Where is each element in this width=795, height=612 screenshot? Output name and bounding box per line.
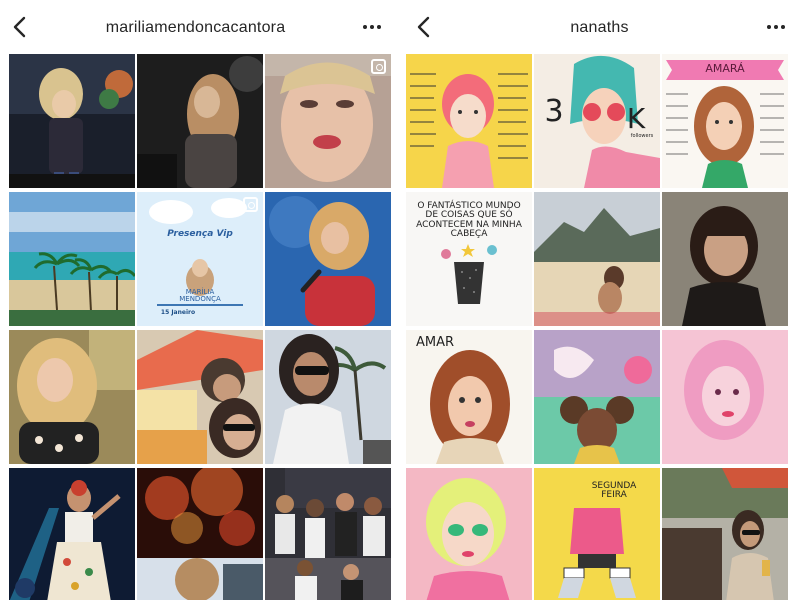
post-photo-group [265, 468, 391, 602]
flyer-name-line-2: MENDONÇA [179, 295, 221, 303]
post-photo-stage [137, 54, 263, 188]
back-button[interactable] [412, 14, 438, 40]
post-thumbnail[interactable] [534, 192, 660, 326]
post-thumbnail[interactable] [265, 54, 391, 188]
profile-username: mariliamendoncacantora [105, 19, 286, 36]
post-thumbnail[interactable] [265, 468, 391, 602]
post-thumbnail[interactable] [9, 330, 135, 464]
post-thumbnail[interactable]: AMARÁ [662, 54, 788, 188]
post-thumbnail[interactable] [662, 468, 788, 602]
post-illustration-pink-girl [662, 330, 788, 464]
header-bar: mariliamendoncacantora [0, 0, 391, 54]
post-photo-selfie [9, 330, 135, 464]
post-photo-beach [9, 192, 135, 326]
followers-number: 3 [544, 94, 564, 129]
post-thumbnail[interactable] [662, 192, 788, 326]
flyer-date: 15 Janeiro [160, 309, 196, 316]
segunda-text: SEGUNDA FEIRA [591, 481, 637, 501]
amara-banner-text: AMARÁ [705, 62, 745, 75]
bottom-margin [0, 600, 795, 612]
post-thumbnail[interactable] [662, 330, 788, 464]
profile-panel-right: nanaths 3 K followers AMARÁ O FANTÁSTICO… [404, 0, 795, 612]
chevron-left-icon [417, 16, 430, 38]
post-photo-beach-mountain [534, 192, 660, 326]
screenshot-stage: mariliamendoncacantora Presença Vip MARÍ… [0, 0, 795, 612]
posts-grid: Presença Vip MARÍLIA MENDONÇA 15 Janeiro [9, 54, 396, 602]
post-thumbnail[interactable]: SEGUNDA FEIRA [534, 468, 660, 602]
post-photo-closeup [265, 54, 391, 188]
profile-username: nanaths [570, 19, 629, 36]
mundo-text: O FANTÁSTICO MUNDO DE COISAS QUE SÓ ACON… [416, 201, 522, 240]
post-thumbnail[interactable]: Presença Vip MARÍLIA MENDONÇA 15 Janeiro [137, 192, 263, 326]
post-photo-performance [9, 468, 135, 602]
post-illustration-amar [406, 330, 532, 464]
post-thumbnail[interactable] [265, 330, 391, 464]
more-options-button[interactable] [357, 14, 387, 40]
post-photo-portrait [662, 192, 788, 326]
back-button[interactable] [8, 14, 34, 40]
post-thumbnail[interactable]: O FANTÁSTICO MUNDO DE COISAS QUE SÓ ACON… [406, 192, 532, 326]
post-thumbnail[interactable]: AMAR [406, 330, 532, 464]
profile-panel-left: mariliamendoncacantora Presença Vip MARÍ… [0, 0, 391, 612]
post-thumbnail[interactable]: 3 K followers [534, 54, 660, 188]
post-photo-friends-pool [137, 330, 263, 464]
followers-k: K [626, 102, 646, 135]
more-options-button[interactable] [761, 14, 791, 40]
post-thumbnail[interactable] [406, 468, 532, 602]
post-photo-palm-selfie [265, 330, 391, 464]
post-thumbnail[interactable] [534, 330, 660, 464]
post-photo-singing [265, 192, 391, 326]
followers-label: followers [630, 133, 654, 139]
post-illustration-collage [534, 330, 660, 464]
post-thumbnail[interactable] [265, 192, 391, 326]
post-thumbnail[interactable] [9, 192, 135, 326]
more-horizontal-icon [363, 25, 381, 29]
multi-photo-badge-icon [243, 197, 258, 212]
post-thumbnail[interactable] [137, 468, 263, 602]
flyer-title: Presença Vip [167, 229, 233, 239]
amar-text: AMAR [415, 335, 455, 350]
post-illustration-yellow-text [406, 54, 532, 188]
chevron-left-icon [13, 16, 26, 38]
post-thumbnail[interactable] [9, 468, 135, 602]
multi-photo-badge-icon [371, 59, 386, 74]
header-bar: nanaths [404, 0, 795, 54]
post-photo-fireworks [137, 468, 263, 602]
more-horizontal-icon [767, 25, 785, 29]
post-illustration-blonde [406, 468, 532, 602]
post-photo-cafe [662, 468, 788, 602]
post-graphic-event-flyer [137, 192, 263, 326]
posts-grid: 3 K followers AMARÁ O FANTÁSTICO MUNDO D… [406, 54, 793, 602]
post-thumbnail[interactable] [9, 54, 135, 188]
post-thumbnail[interactable] [137, 330, 263, 464]
post-thumbnail[interactable] [406, 54, 532, 188]
post-photo-concert [9, 54, 135, 188]
post-thumbnail[interactable] [137, 54, 263, 188]
